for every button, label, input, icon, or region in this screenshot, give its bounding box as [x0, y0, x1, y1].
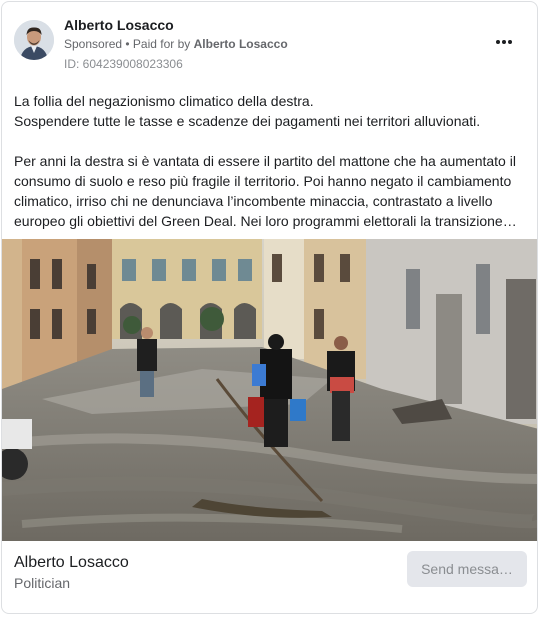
more-dot — [496, 40, 500, 44]
footer-page-name[interactable]: Alberto Losacco — [14, 553, 129, 573]
sponsored-label: Sponsored — [64, 37, 123, 51]
flooded-street-photo — [2, 239, 537, 541]
post-header: Alberto Losacco Sponsored • Paid for by … — [14, 14, 525, 74]
sponsored-line: Sponsored • Paid for by Alberto Losacco — [64, 35, 288, 53]
post-image[interactable] — [2, 239, 537, 541]
author-name[interactable]: Alberto Losacco — [64, 16, 288, 34]
paid-for-name: Alberto Losacco — [193, 37, 288, 51]
paid-for-prefix: Paid for by — [132, 37, 194, 51]
more-dot — [508, 40, 512, 44]
send-message-button[interactable]: Send messa… — [407, 551, 527, 587]
post-body-text: La follia del negazionismo climatico del… — [14, 93, 517, 229]
profile-photo — [14, 20, 54, 60]
ad-id: ID: 604239008023306 — [64, 57, 183, 71]
ad-card: Alberto Losacco Sponsored • Paid for by … — [1, 1, 538, 614]
footer-page-category: Politician — [14, 575, 71, 591]
more-options-icon[interactable] — [491, 34, 517, 50]
post-meta: Alberto Losacco Sponsored • Paid for by … — [64, 16, 288, 73]
more-dot — [502, 40, 506, 44]
separator-dot: • — [122, 37, 133, 51]
post-footer: Alberto Losacco Politician Send messa… — [2, 541, 537, 613]
avatar[interactable] — [14, 20, 54, 60]
